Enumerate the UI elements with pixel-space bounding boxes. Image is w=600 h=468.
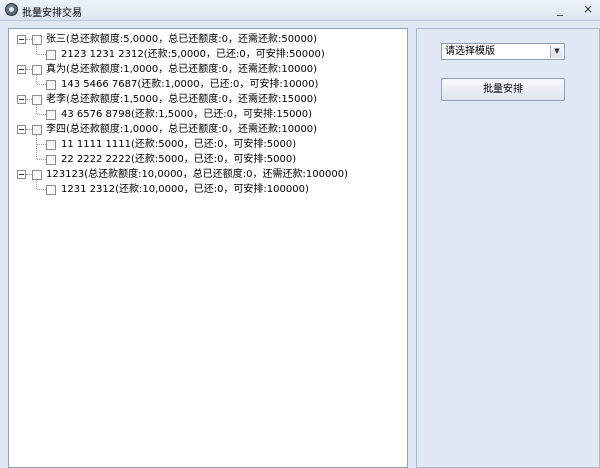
tree-parent-label: 123123(总还款额度:10,0000，总已还额度:0，还需还款:100000…	[46, 169, 348, 180]
checkbox[interactable]	[32, 125, 42, 135]
checkbox[interactable]	[32, 170, 42, 180]
collapse-icon[interactable]	[17, 125, 26, 134]
tree-connector	[37, 159, 46, 160]
tree-connector	[37, 54, 46, 55]
tree-child-label: 11 1111 1111(还款:5000，已还:0，可安排:5000)	[61, 139, 297, 150]
collapse-icon[interactable]	[17, 65, 26, 74]
tree-child-label: 43 6576 8798(还款:1,5000，已还:0，可安排:15000)	[61, 109, 313, 120]
checkbox[interactable]	[32, 35, 42, 45]
checkbox[interactable]	[46, 110, 56, 120]
checkbox[interactable]	[46, 50, 56, 60]
template-select[interactable]: 请选择模版 ▼	[441, 43, 565, 60]
tree-connector	[36, 135, 37, 159]
tree-connector	[37, 189, 46, 190]
checkbox[interactable]	[46, 155, 56, 165]
checkbox[interactable]	[46, 185, 56, 195]
tree-child-label: 2123 1231 2312(还款:5,0000，已还:0，可安排:50000)	[61, 49, 325, 60]
checkbox[interactable]	[32, 65, 42, 75]
action-panel: 请选择模版 ▼ 批量安排	[416, 28, 600, 468]
close-button[interactable]: ×	[580, 2, 596, 17]
batch-arrange-button[interactable]: 批量安排	[441, 78, 565, 101]
checkbox[interactable]	[46, 80, 56, 90]
collapse-icon[interactable]	[17, 35, 26, 44]
tree-connector	[37, 114, 46, 115]
tree-parent-label: 张三(总还款额度:5,0000，总已还额度:0，还需还款:50000)	[46, 34, 318, 45]
tree-connector	[36, 75, 37, 84]
tree-parent-label: 老李(总还款额度:1,5000，总已还额度:0，还需还款:15000)	[46, 94, 318, 105]
checkbox[interactable]	[46, 140, 56, 150]
tree-child-label: 143 5466 7687(还款:1,0000，已还:0，可安排:10000)	[61, 79, 319, 90]
collapse-icon[interactable]	[17, 95, 26, 104]
tree-child-label: 22 2222 2222(还款:5000，已还:0，可安排:5000)	[61, 154, 297, 165]
chevron-down-icon[interactable]: ▼	[550, 45, 563, 58]
window-title: 批量安排交易	[22, 8, 82, 19]
account-tree[interactable]: 张三(总还款额度:5,0000，总已还额度:0，还需还款:50000) 2123 …	[8, 28, 408, 468]
tree-child-label: 1231 2312(还款:10,0000，已还:0，可安排:100000)	[61, 184, 309, 195]
tree-connector	[37, 144, 46, 145]
app-icon	[5, 3, 18, 16]
collapse-icon[interactable]	[17, 170, 26, 179]
tree-parent-label: 李四(总还款额度:1,0000，总已还额度:0，还需还款:10000)	[46, 124, 318, 135]
tree-connector	[37, 84, 46, 85]
tree-connector	[36, 45, 37, 54]
tree-connector	[36, 105, 37, 114]
tree-parent-label: 真为(总还款额度:1,0000，总已还额度:0，还需还款:10000)	[46, 64, 318, 75]
title-bar: 批量安排交易 _ ×	[0, 0, 600, 21]
checkbox[interactable]	[32, 95, 42, 105]
template-select-value: 请选择模版	[445, 46, 495, 57]
minimize-button[interactable]: _	[552, 2, 568, 17]
tree-connector	[36, 180, 37, 189]
